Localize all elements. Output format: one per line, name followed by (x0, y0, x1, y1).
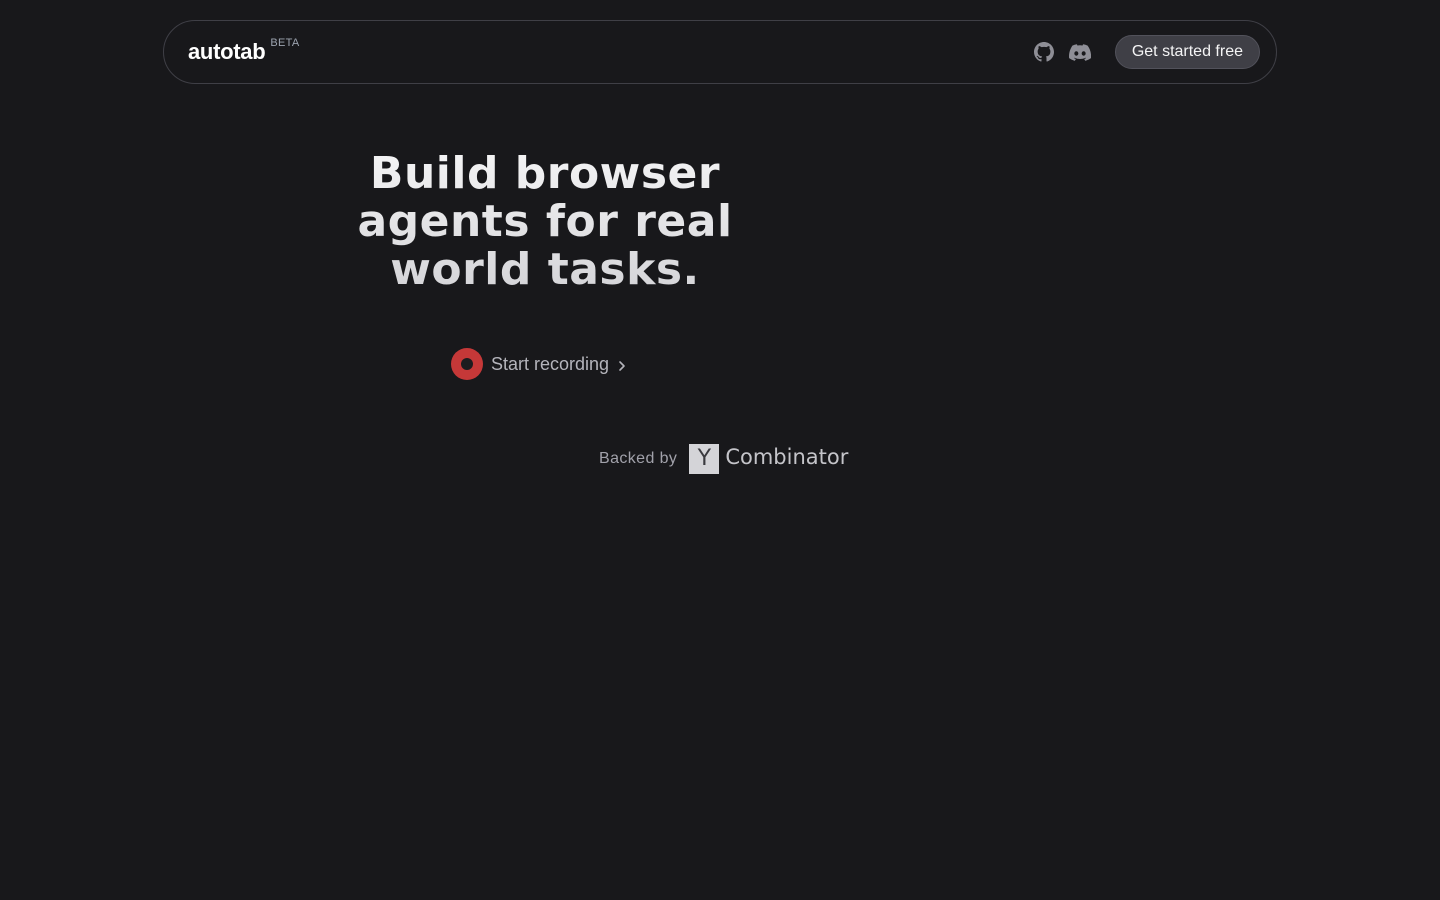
brand-name: autotab (188, 39, 266, 64)
ycombinator-wordmark: Combinator (725, 445, 849, 469)
beta-badge: BETA (270, 37, 300, 49)
record-icon (451, 348, 483, 380)
get-started-button[interactable]: Get started free (1114, 35, 1260, 69)
start-recording-label: Start recording (491, 353, 610, 374)
hero-title-line-1: Build browser (369, 148, 721, 199)
hero-title-line-2: agents for real (357, 196, 733, 247)
top-navbar: autotab BETA Get started free (163, 20, 1277, 84)
ycombinator-logo: Y (689, 443, 720, 474)
start-recording-button[interactable]: Start recording (451, 348, 626, 380)
hero-section: Build browser agents for real world task… (345, 150, 745, 294)
discord-icon[interactable] (1068, 41, 1091, 63)
hero-title-line-3: world tasks. (390, 244, 700, 295)
github-icon[interactable] (1033, 41, 1055, 63)
hero-title: Build browser agents for real world task… (345, 150, 745, 294)
record-dot (461, 358, 473, 370)
backed-by-label: Backed by (599, 449, 678, 467)
brand-logo-link[interactable]: autotab BETA (188, 37, 300, 65)
chevron-right-icon (618, 360, 626, 372)
backed-by-section: Backed by Y Combinator (599, 443, 848, 474)
